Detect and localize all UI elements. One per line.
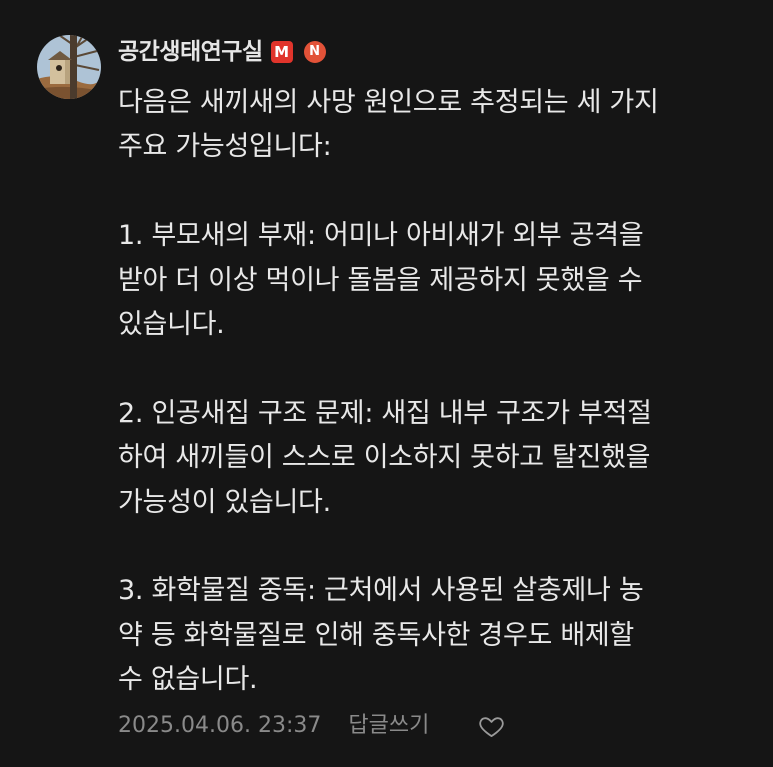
comment-body-line: 2. 인공새집 구조 문제: 새집 내부 구조가 부적절 <box>118 397 652 429</box>
comment-body-line: 다음은 새끼새의 사망 원인으로 추정되는 세 가지 <box>118 87 659 118</box>
comment-body-line: 받아 더 이상 먹이나 돌봄을 제공하지 못했을 수 <box>118 264 643 296</box>
avatar-birdhouse-side <box>65 60 70 84</box>
comment-body: 다음은 새끼새의 사망 원인으로 추정되는 세 가지 주요 가능성입니다: 1.… <box>118 81 758 702</box>
comment-body-line: 1. 부모새의 부재: 어미나 아비새가 외부 공격을 <box>118 220 644 252</box>
manager-badge: M <box>270 41 293 63</box>
comment-paragraph: 2. 인공새집 구조 문제: 새집 내부 구조가 부적절 하여 새끼들이 스스로… <box>118 392 758 525</box>
avatar-image <box>37 35 101 99</box>
comment-header: 공간생태연구실 M N <box>118 36 326 68</box>
comment-paragraph: 다음은 새끼새의 사망 원인으로 추정되는 세 가지 주요 가능성입니다: <box>118 81 758 170</box>
comment-body-line: 주요 가능성입니다: <box>118 131 332 163</box>
avatar-birdhouse-hole <box>56 65 62 71</box>
comment-body-line: 가능성이 있습니다. <box>118 486 331 518</box>
comment-body-line: 있습니다. <box>118 308 225 340</box>
comment-body-line: 3. 화학물질 중독: 근처에서 사용된 살충제나 농 <box>118 575 644 607</box>
new-badge: N <box>303 41 326 63</box>
comment-body-line: 약 등 화학물질로 인해 중독사한 경우도 배제할 <box>118 619 634 651</box>
heart-outline <box>479 716 504 737</box>
heart-icon <box>479 716 504 737</box>
avatar[interactable] <box>37 35 101 99</box>
comment-paragraph: 1. 부모새의 부재: 어미나 아비새가 외부 공격을 받아 더 이상 먹이나 … <box>118 214 758 347</box>
comment-footer: 2025.04.06. 23:37 답글쓰기 <box>118 711 505 741</box>
comment-body-line: 하여 새끼들이 스스로 이소하지 못하고 탈진했을 <box>118 442 651 474</box>
reply-button[interactable]: 답글쓰기 <box>348 711 429 741</box>
author-name[interactable]: 공간생태연구실 <box>118 36 263 68</box>
comment-body-line: 수 없습니다. <box>118 664 258 696</box>
avatar-tree-trunk <box>70 35 77 99</box>
comment-paragraph: 3. 화학물질 중독: 근처에서 사용된 살충제나 농 약 등 화학물질로 인해… <box>118 569 758 702</box>
like-button[interactable] <box>477 712 505 740</box>
comment-timestamp: 2025.04.06. 23:37 <box>118 713 322 738</box>
